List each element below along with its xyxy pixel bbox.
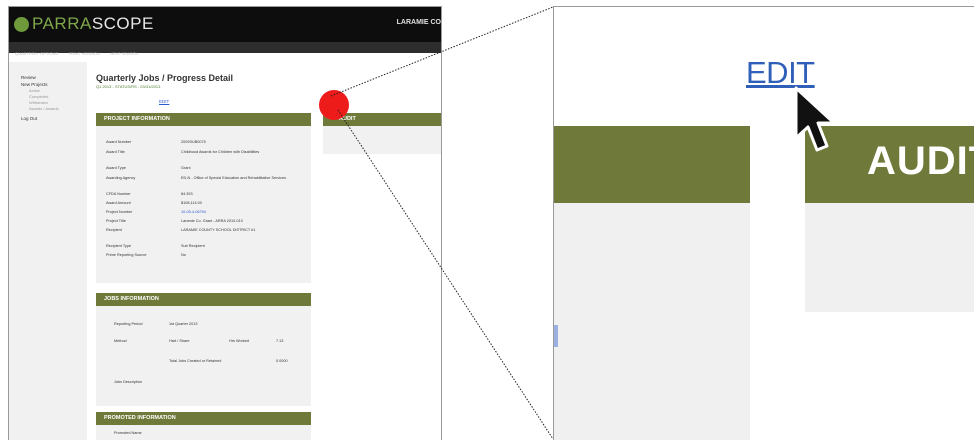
mouse-cursor-icon [794,86,836,152]
connector-line-top [330,6,554,97]
connector-line-bottom [337,109,554,439]
zoom-view: EDIT AUDIT [553,6,974,440]
zoom-partial-link [554,325,558,347]
zoom-project-panel-header [554,126,750,203]
zoom-audit-body [805,203,974,312]
zoom-audit-heading: AUDIT [867,139,974,183]
zoom-project-panel-body [554,203,750,440]
